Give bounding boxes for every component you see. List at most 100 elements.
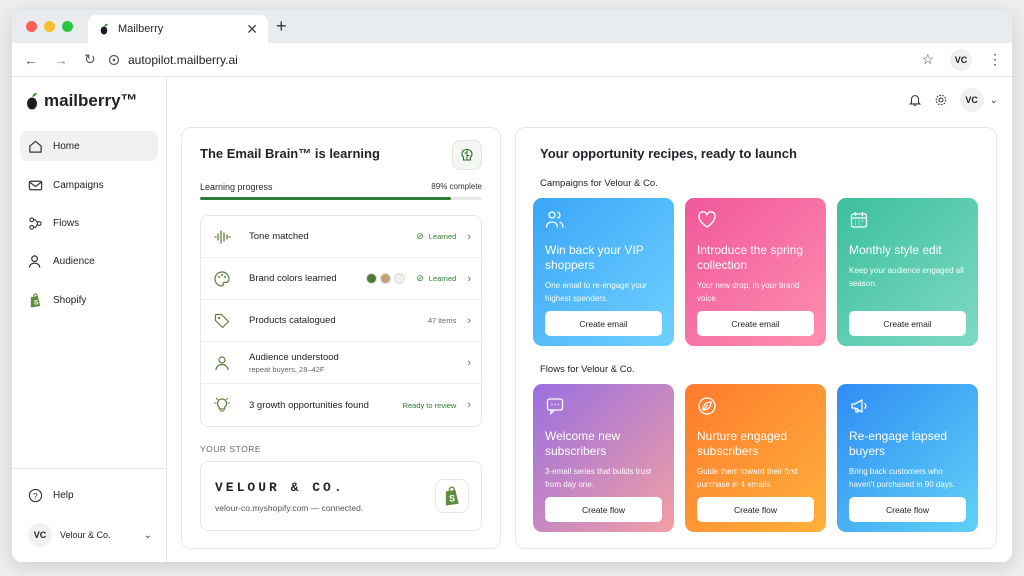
- tile-title: Re-engage lapsed buyers: [849, 429, 948, 458]
- campaign-tile-2[interactable]: Introduce the spring collection Your new …: [685, 198, 826, 346]
- progress-bar-fill: [200, 197, 451, 200]
- mailberry-logo-icon: [27, 92, 37, 110]
- bookmark-star-icon[interactable]: ☆: [921, 51, 934, 68]
- flow-tile-1[interactable]: Welcome new subscribers 3-email series th…: [533, 384, 674, 532]
- url-text: autopilot.mailberry.ai: [128, 52, 238, 67]
- chevron-right-icon: ›: [467, 356, 471, 369]
- sidebar-item-flows[interactable]: Flows: [20, 208, 158, 238]
- brand-color-swatches: [366, 273, 406, 284]
- create-flow-button[interactable]: Create flow: [849, 497, 966, 522]
- check-circle-icon: ⊘: [416, 273, 424, 283]
- help-icon: ?: [28, 488, 43, 502]
- help-link[interactable]: ? Help: [20, 480, 158, 510]
- notification-bell-icon[interactable]: [908, 93, 922, 107]
- learning-checklist: Tone matched ⊘ Learned › Brand colors lear…: [200, 215, 482, 427]
- account-name: Velour & Co.: [60, 530, 111, 540]
- settings-gear-icon[interactable]: [934, 93, 948, 107]
- account-switcher[interactable]: VC Velour & Co. ⌄: [20, 520, 156, 550]
- browser-menu-icon[interactable]: ⋮: [988, 51, 1002, 68]
- minimize-window-button[interactable]: [44, 21, 55, 32]
- reload-icon[interactable]: ↻: [84, 51, 96, 68]
- home-icon: [29, 140, 42, 153]
- sidebar-divider: [12, 468, 166, 469]
- close-window-button[interactable]: [26, 21, 37, 32]
- close-tab-icon[interactable]: ✕: [246, 21, 258, 38]
- store-name: VELOUR & CO.: [215, 480, 345, 495]
- campaign-tile-1[interactable]: Win back your VIP shoppers One email to r…: [533, 198, 674, 346]
- row-status: Learned: [428, 274, 457, 283]
- checklist-row-tone[interactable]: Tone matched ⊘ Learned ›: [201, 216, 481, 258]
- chevron-right-icon: ›: [467, 272, 471, 285]
- tile-title: Monthly style edit: [849, 243, 942, 257]
- sidebar-item-campaigns[interactable]: Campaigns: [20, 170, 158, 200]
- mail-icon: [28, 180, 43, 190]
- flow-tile-3[interactable]: Re-engage lapsed buyers Bring back custom…: [837, 384, 978, 532]
- calendar-icon: [850, 212, 868, 228]
- check-circle-icon: ⊘: [416, 231, 424, 241]
- chevron-right-icon: ›: [467, 230, 471, 243]
- campaigns-section-label: Campaigns for Velour & Co.: [540, 178, 658, 189]
- back-icon[interactable]: ←: [24, 52, 38, 68]
- user-menu[interactable]: VC ⌄: [959, 88, 998, 112]
- lightbulb-icon: [213, 397, 231, 412]
- shopify-icon: S: [30, 292, 41, 308]
- account-avatar: VC: [28, 523, 52, 547]
- checklist-row-audience[interactable]: Audience understood repeat buyers, 28–42…: [201, 342, 481, 384]
- create-flow-button[interactable]: Create flow: [697, 497, 814, 522]
- row-status: 47 items: [427, 316, 457, 325]
- recipes-title: Your opportunity recipes, ready to launc…: [540, 146, 797, 161]
- tile-description: Guide them toward their first purchase i…: [697, 467, 798, 489]
- flows-icon: [29, 216, 42, 230]
- progress-value: 89% complete: [431, 182, 482, 191]
- opportunity-recipes-card: Your opportunity recipes, ready to launc…: [515, 127, 997, 549]
- create-email-button[interactable]: Create email: [545, 311, 662, 336]
- url-field[interactable]: autopilot.mailberry.ai: [108, 53, 238, 67]
- forward-icon[interactable]: →: [54, 52, 68, 68]
- mailberry-logo[interactable]: mailberry™: [26, 91, 138, 111]
- tag-icon: [214, 313, 230, 328]
- svg-text:S: S: [449, 494, 455, 504]
- checklist-row-brand-colors[interactable]: Brand colors learned ⊘ Learned ›: [201, 258, 481, 300]
- store-url: velour-co.myshopify.com — connected.: [215, 503, 364, 513]
- chevron-right-icon: ›: [467, 314, 471, 327]
- color-swatch: [394, 273, 406, 284]
- site-info-icon[interactable]: [108, 54, 120, 66]
- tile-description: One email to re-engage your highest spen…: [545, 281, 647, 303]
- create-email-button[interactable]: Create email: [697, 311, 814, 336]
- shopify-store-button[interactable]: S: [435, 479, 469, 513]
- brain-button[interactable]: [452, 140, 482, 170]
- app: mailberry™ Home Campaigns Flows Audience…: [12, 77, 1012, 562]
- maximize-window-button[interactable]: [62, 21, 73, 32]
- checklist-row-opportunities[interactable]: 3 growth opportunities found Ready to re…: [201, 384, 481, 426]
- progress-label: Learning progress: [200, 182, 273, 192]
- sidebar-item-home[interactable]: Home: [20, 131, 158, 161]
- top-right-toolbar: VC ⌄: [908, 88, 998, 112]
- row-label: Products catalogued: [249, 315, 336, 326]
- sidebar-item-shopify[interactable]: S Shopify: [20, 285, 158, 315]
- browser-tab[interactable]: Mailberry ✕: [88, 15, 268, 43]
- checklist-row-products[interactable]: Products catalogued 47 items ›: [201, 300, 481, 342]
- new-tab-icon[interactable]: +: [276, 16, 287, 37]
- progress-bar: [200, 197, 482, 200]
- create-flow-button[interactable]: Create flow: [545, 497, 662, 522]
- tile-description: Keep your audience engaged all season.: [849, 266, 964, 288]
- address-bar: ← → ↻ autopilot.mailberry.ai ☆ VC ⋮: [12, 43, 1012, 77]
- sidebar-item-audience[interactable]: Audience: [20, 246, 158, 276]
- row-label: 3 growth opportunities found: [249, 399, 369, 411]
- row-label: Audience understood: [249, 351, 339, 363]
- user-icon: [28, 254, 41, 268]
- tile-title: Welcome new subscribers: [545, 429, 621, 458]
- row-sublabel: repeat buyers, 28–42F: [249, 364, 325, 374]
- tile-description: 3-email series that builds trust from da…: [545, 467, 652, 489]
- row-label: Tone matched: [249, 231, 309, 242]
- svg-text:?: ?: [33, 490, 38, 500]
- logo-text: mailberry™: [44, 91, 138, 110]
- campaign-tile-3[interactable]: Monthly style edit Keep your audience eng…: [837, 198, 978, 346]
- email-brain-card: The Email Brain™ is learning Learning pr…: [181, 127, 501, 549]
- brain-card-title: The Email Brain™ is learning: [200, 146, 380, 161]
- store-card[interactable]: VELOUR & CO. velour-co.myshopify.com — c…: [200, 461, 482, 531]
- browser-profile-avatar[interactable]: VC: [950, 48, 972, 71]
- create-email-button[interactable]: Create email: [849, 311, 966, 336]
- flow-tile-2[interactable]: Nurture engaged subscribers Guide them to…: [685, 384, 826, 532]
- tab-title: Mailberry: [118, 23, 164, 35]
